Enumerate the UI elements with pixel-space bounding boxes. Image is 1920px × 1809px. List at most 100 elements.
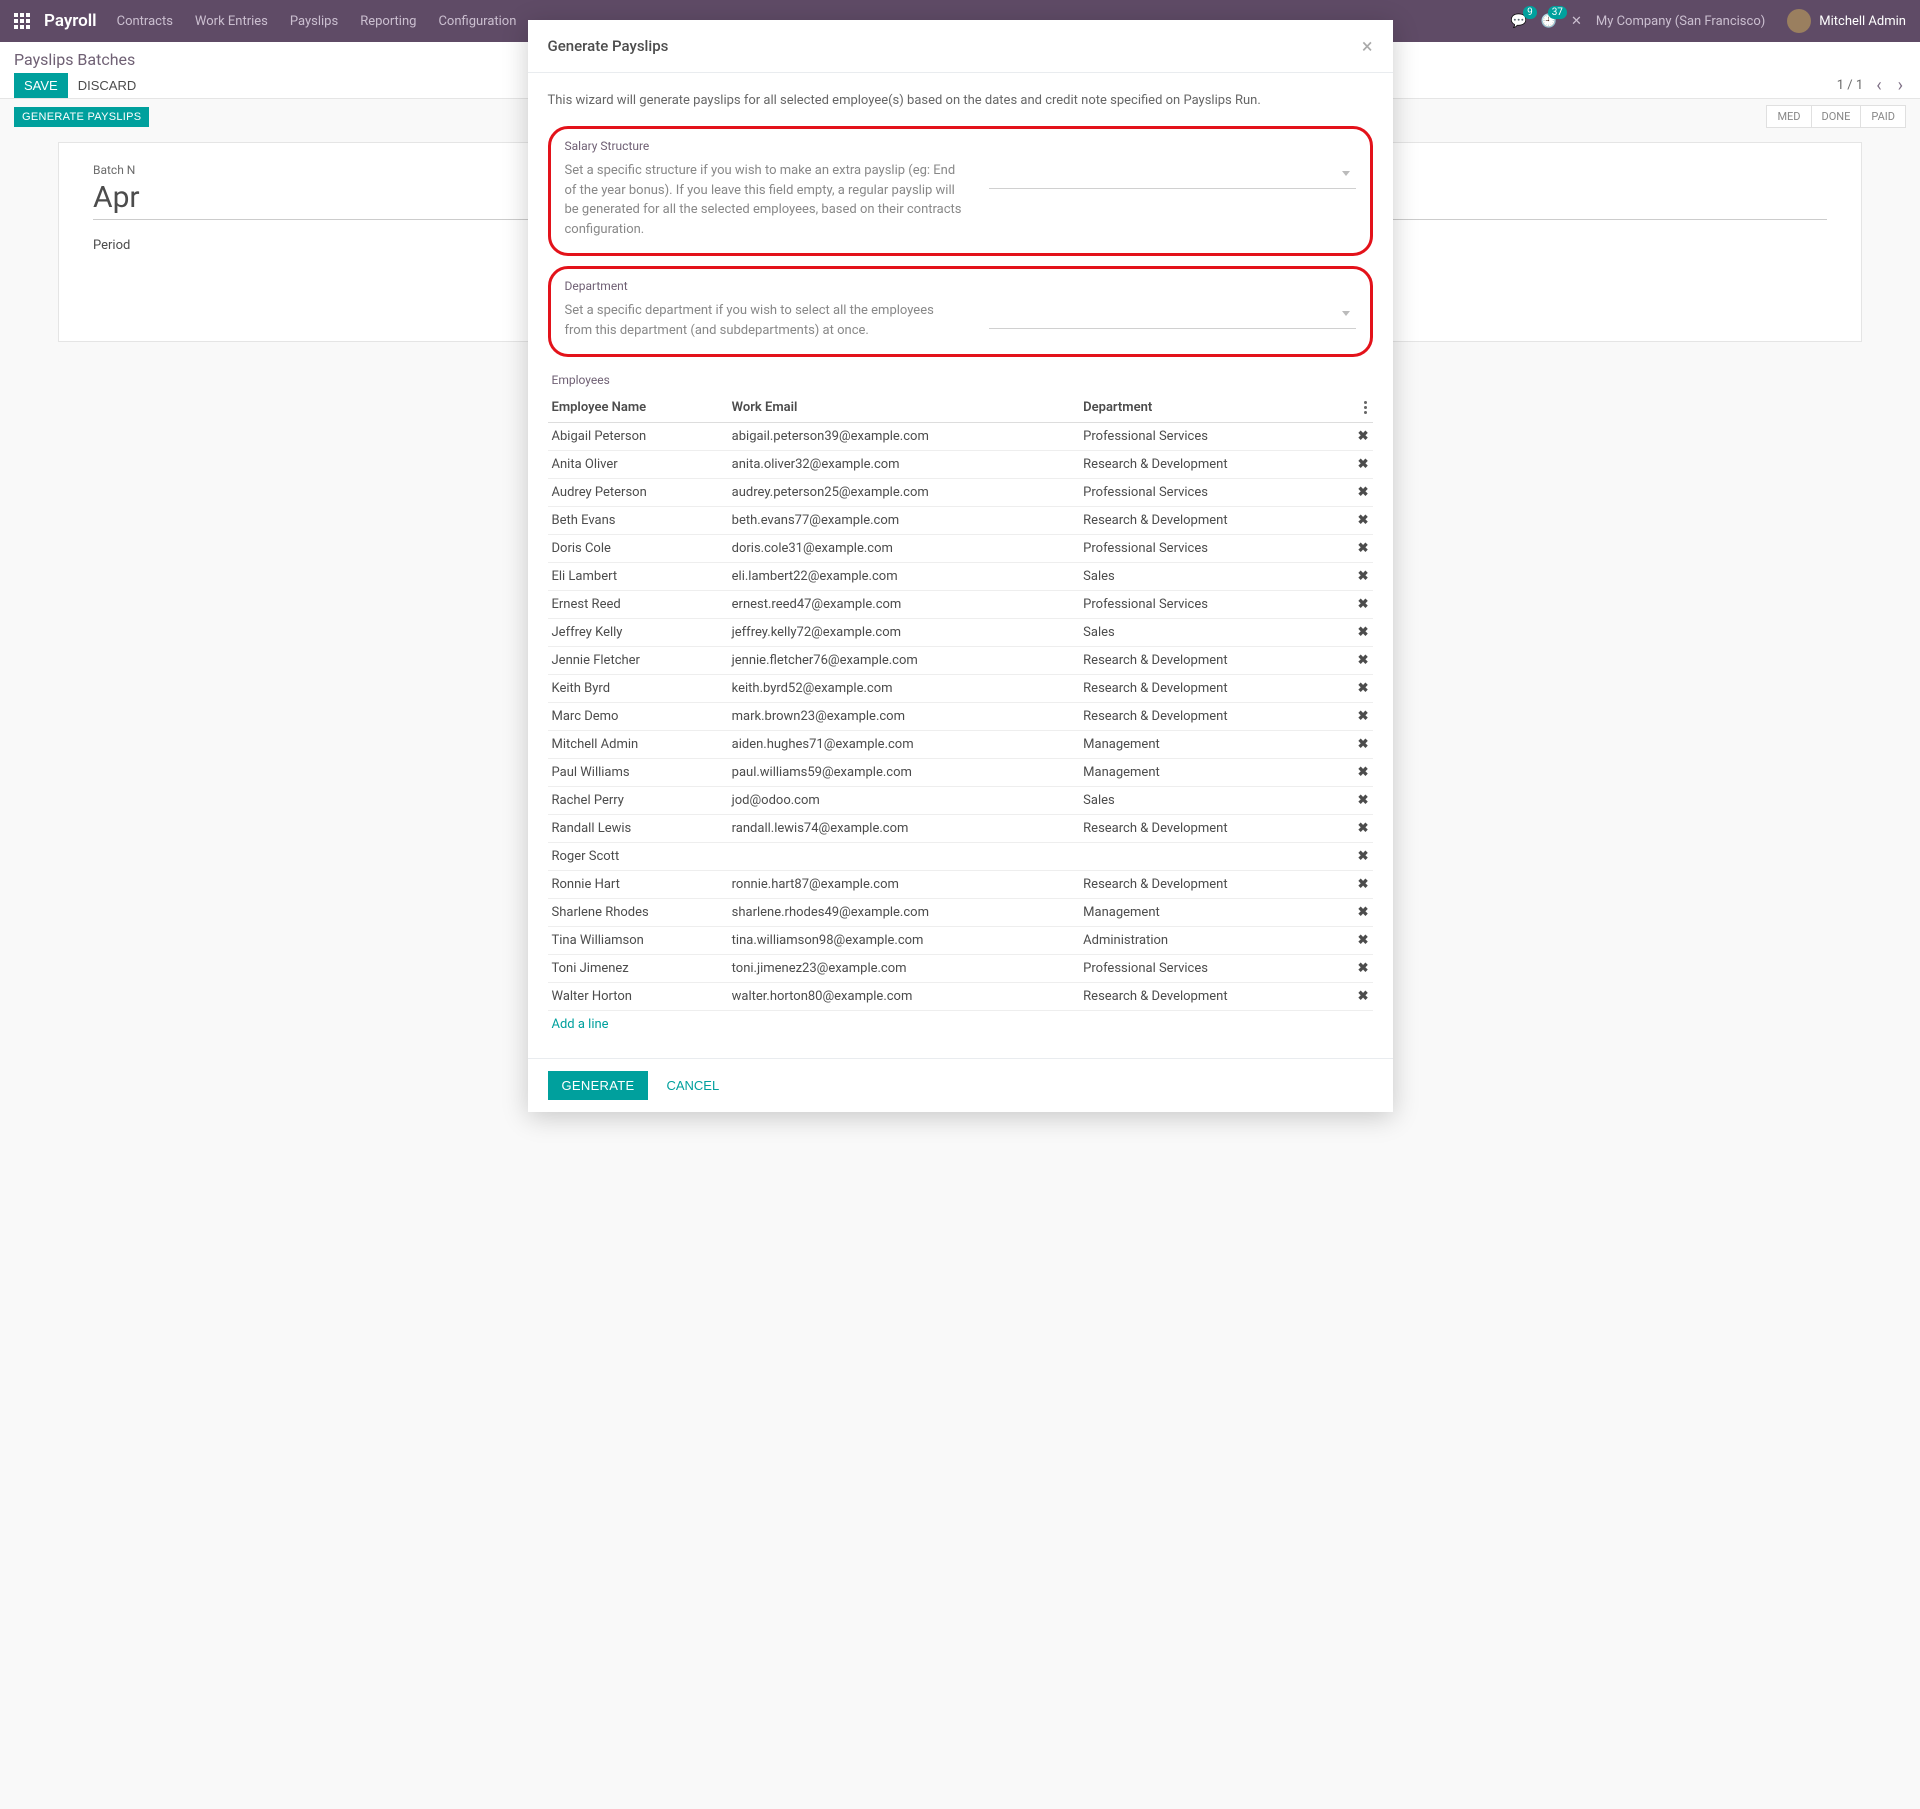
table-row[interactable]: Beth Evansbeth.evans77@example.comResear… <box>548 507 1373 535</box>
employee-name-cell: Sharlene Rhodes <box>548 899 728 927</box>
table-row[interactable]: Jennie Fletcherjennie.fletcher76@example… <box>548 647 1373 675</box>
col-department[interactable]: Department <box>1079 393 1340 423</box>
remove-row-icon[interactable]: ✖ <box>1358 681 1369 696</box>
employee-email-cell: doris.cole31@example.com <box>728 535 1080 563</box>
employee-name-cell: Keith Byrd <box>548 675 728 703</box>
employee-dept-cell: Management <box>1079 899 1340 927</box>
employee-name-cell: Ernest Reed <box>548 591 728 619</box>
table-row[interactable]: Sharlene Rhodessharlene.rhodes49@example… <box>548 899 1373 927</box>
remove-row-icon[interactable]: ✖ <box>1358 821 1369 836</box>
add-line-button[interactable]: Add a line <box>548 1011 1373 1038</box>
employee-name-cell: Mitchell Admin <box>548 731 728 759</box>
employee-email-cell: abigail.peterson39@example.com <box>728 423 1080 451</box>
table-row[interactable]: Abigail Petersonabigail.peterson39@examp… <box>548 423 1373 451</box>
employee-dept-cell: Management <box>1079 759 1340 787</box>
table-row[interactable]: Keith Byrdkeith.byrd52@example.comResear… <box>548 675 1373 703</box>
employees-table: Employee Name Work Email Department Abig… <box>548 393 1373 1011</box>
employee-email-cell: aiden.hughes71@example.com <box>728 731 1080 759</box>
employee-name-cell: Marc Demo <box>548 703 728 731</box>
employee-dept-cell: Professional Services <box>1079 535 1340 563</box>
col-actions <box>1340 393 1372 423</box>
employee-dept-cell: Professional Services <box>1079 955 1340 983</box>
employee-email-cell: anita.oliver32@example.com <box>728 451 1080 479</box>
generate-payslips-modal: Generate Payslips × This wizard will gen… <box>528 20 1393 1112</box>
employee-dept-cell <box>1079 843 1340 871</box>
modal-backdrop: Generate Payslips × This wizard will gen… <box>0 0 1920 1809</box>
table-row[interactable]: Tina Williamsontina.williamson98@example… <box>548 927 1373 955</box>
remove-row-icon[interactable]: ✖ <box>1358 737 1369 752</box>
employee-email-cell: keith.byrd52@example.com <box>728 675 1080 703</box>
employee-email-cell: jod@odoo.com <box>728 787 1080 815</box>
close-icon[interactable]: × <box>1362 34 1373 58</box>
table-row[interactable]: Ernest Reedernest.reed47@example.comProf… <box>548 591 1373 619</box>
salary-structure-select[interactable] <box>989 161 1356 189</box>
employee-email-cell: jeffrey.kelly72@example.com <box>728 619 1080 647</box>
employee-dept-cell: Research & Development <box>1079 815 1340 843</box>
salary-structure-title: Salary Structure <box>565 139 1356 153</box>
salary-structure-section: Salary Structure Set a specific structur… <box>548 126 1373 256</box>
table-row[interactable]: Roger Scott ✖ <box>548 843 1373 871</box>
table-row[interactable]: Audrey Petersonaudrey.peterson25@example… <box>548 479 1373 507</box>
employee-dept-cell: Professional Services <box>1079 423 1340 451</box>
remove-row-icon[interactable]: ✖ <box>1358 765 1369 780</box>
employee-email-cell: mark.brown23@example.com <box>728 703 1080 731</box>
table-row[interactable]: Randall Lewisrandall.lewis74@example.com… <box>548 815 1373 843</box>
employee-dept-cell: Sales <box>1079 787 1340 815</box>
kebab-icon[interactable] <box>1362 399 1369 416</box>
employee-email-cell: sharlene.rhodes49@example.com <box>728 899 1080 927</box>
employee-email-cell <box>728 843 1080 871</box>
generate-button[interactable]: GENERATE <box>548 1071 649 1100</box>
table-row[interactable]: Jeffrey Kellyjeffrey.kelly72@example.com… <box>548 619 1373 647</box>
employee-email-cell: jennie.fletcher76@example.com <box>728 647 1080 675</box>
remove-row-icon[interactable]: ✖ <box>1358 933 1369 948</box>
remove-row-icon[interactable]: ✖ <box>1358 457 1369 472</box>
table-row[interactable]: Anita Oliveranita.oliver32@example.comRe… <box>548 451 1373 479</box>
employee-name-cell: Jennie Fletcher <box>548 647 728 675</box>
employee-name-cell: Anita Oliver <box>548 451 728 479</box>
table-row[interactable]: Doris Coledoris.cole31@example.comProfes… <box>548 535 1373 563</box>
modal-body: This wizard will generate payslips for a… <box>528 73 1393 1058</box>
employee-dept-cell: Research & Development <box>1079 703 1340 731</box>
remove-row-icon[interactable]: ✖ <box>1358 961 1369 976</box>
modal-header: Generate Payslips × <box>528 20 1393 73</box>
table-row[interactable]: Rachel Perryjod@odoo.comSales ✖ <box>548 787 1373 815</box>
remove-row-icon[interactable]: ✖ <box>1358 905 1369 920</box>
remove-row-icon[interactable]: ✖ <box>1358 541 1369 556</box>
remove-row-icon[interactable]: ✖ <box>1358 513 1369 528</box>
remove-row-icon[interactable]: ✖ <box>1358 653 1369 668</box>
employee-email-cell: toni.jimenez23@example.com <box>728 955 1080 983</box>
employee-dept-cell: Research & Development <box>1079 507 1340 535</box>
remove-row-icon[interactable]: ✖ <box>1358 793 1369 808</box>
col-employee-name[interactable]: Employee Name <box>548 393 728 423</box>
modal-footer: GENERATE CANCEL <box>528 1058 1393 1112</box>
department-title: Department <box>565 279 1356 293</box>
employee-email-cell: ernest.reed47@example.com <box>728 591 1080 619</box>
employee-name-cell: Rachel Perry <box>548 787 728 815</box>
remove-row-icon[interactable]: ✖ <box>1358 569 1369 584</box>
employee-name-cell: Abigail Peterson <box>548 423 728 451</box>
modal-intro: This wizard will generate payslips for a… <box>548 93 1373 108</box>
remove-row-icon[interactable]: ✖ <box>1358 709 1369 724</box>
remove-row-icon[interactable]: ✖ <box>1358 485 1369 500</box>
salary-structure-help: Set a specific structure if you wish to … <box>565 161 965 239</box>
remove-row-icon[interactable]: ✖ <box>1358 625 1369 640</box>
table-row[interactable]: Ronnie Hartronnie.hart87@example.comRese… <box>548 871 1373 899</box>
employee-email-cell: walter.horton80@example.com <box>728 983 1080 1011</box>
employee-name-cell: Roger Scott <box>548 843 728 871</box>
table-row[interactable]: Walter Hortonwalter.horton80@example.com… <box>548 983 1373 1011</box>
remove-row-icon[interactable]: ✖ <box>1358 877 1369 892</box>
table-row[interactable]: Mitchell Adminaiden.hughes71@example.com… <box>548 731 1373 759</box>
cancel-button[interactable]: CANCEL <box>658 1071 727 1100</box>
col-work-email[interactable]: Work Email <box>728 393 1080 423</box>
department-select[interactable] <box>989 301 1356 329</box>
employee-dept-cell: Administration <box>1079 927 1340 955</box>
table-row[interactable]: Toni Jimeneztoni.jimenez23@example.comPr… <box>548 955 1373 983</box>
remove-row-icon[interactable]: ✖ <box>1358 989 1369 1004</box>
table-row[interactable]: Eli Lamberteli.lambert22@example.comSale… <box>548 563 1373 591</box>
employee-dept-cell: Sales <box>1079 563 1340 591</box>
remove-row-icon[interactable]: ✖ <box>1358 849 1369 864</box>
table-row[interactable]: Paul Williamspaul.williams59@example.com… <box>548 759 1373 787</box>
table-row[interactable]: Marc Demomark.brown23@example.comResearc… <box>548 703 1373 731</box>
remove-row-icon[interactable]: ✖ <box>1358 429 1369 444</box>
remove-row-icon[interactable]: ✖ <box>1358 597 1369 612</box>
